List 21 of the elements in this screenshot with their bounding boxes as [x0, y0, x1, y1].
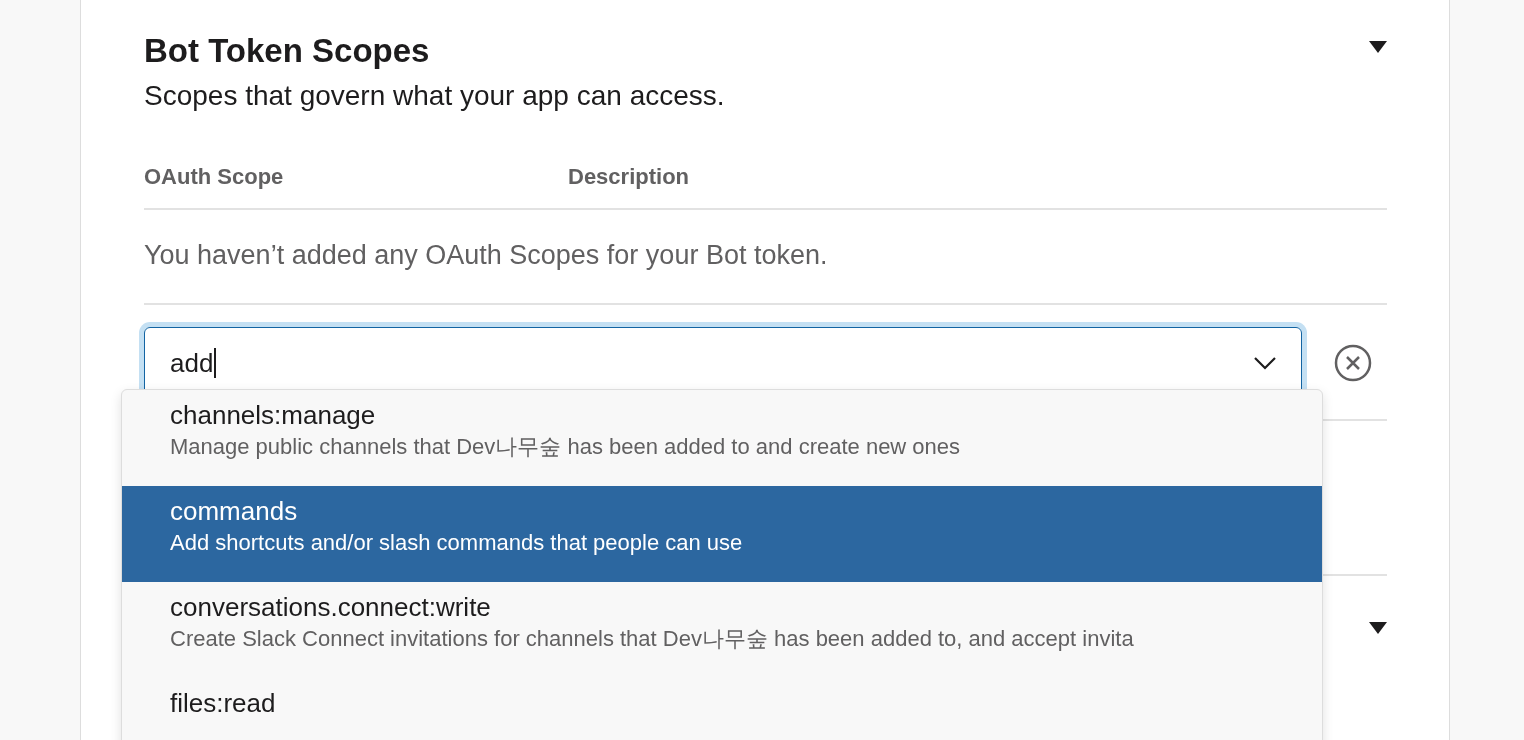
option-name: files:read: [170, 687, 277, 720]
option-description: Create Slack Connect invitations for channels that Dev나무숲 has been added to, and accept invita: [170, 625, 1135, 653]
column-header: Description: [568, 164, 690, 190]
dropdown-option[interactable]: commands Add shortcuts and/or slash commands that people can use: [122, 486, 1322, 582]
input-text: add: [170, 347, 214, 379]
clear-icon[interactable]: [1334, 344, 1372, 382]
option-name: commands: [170, 495, 299, 528]
section-subtitle: Scopes that govern what your app can access.: [144, 80, 726, 112]
empty-message: You haven’t added any OAuth Scopes for your Bot token.: [144, 210, 1387, 305]
option-description: Manage public channels that Dev나무숲 has been added to and create new ones: [170, 433, 962, 461]
option-description: Add shortcuts and/or slash commands that people can use: [170, 529, 744, 557]
dropdown-option[interactable]: files:read: [122, 678, 1322, 740]
column-header: OAuth Scope: [144, 164, 285, 190]
section-title: Bot Token Scopes: [144, 32, 430, 70]
chevron-down-icon[interactable]: [1253, 356, 1277, 370]
caret-icon[interactable]: [1369, 41, 1387, 53]
text-cursor: [214, 348, 217, 378]
option-name: conversations.connect:write: [170, 591, 492, 624]
option-name: channels:manage: [170, 399, 377, 432]
caret-icon[interactable]: [1369, 622, 1387, 634]
dropdown-option[interactable]: conversations.connect:write Create Slack Connect invitations for channels that Dev나무숲 has been added to, and accept invita: [122, 582, 1322, 678]
